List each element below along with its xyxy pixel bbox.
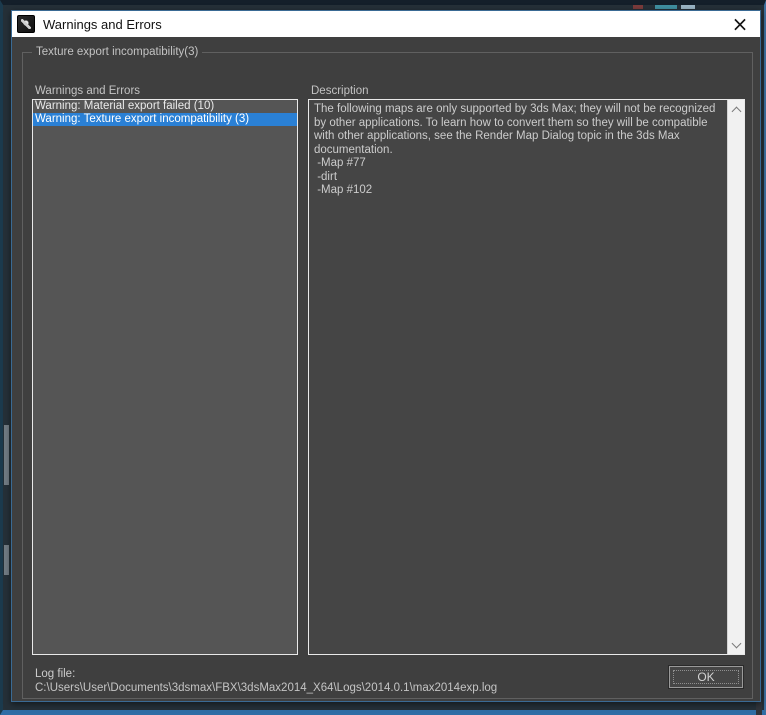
scroll-down-icon[interactable] bbox=[728, 637, 744, 654]
ok-button[interactable]: OK bbox=[669, 666, 743, 688]
background-artifact bbox=[4, 545, 9, 575]
description-box: The following maps are only supported by… bbox=[308, 99, 745, 655]
scroll-up-icon[interactable] bbox=[728, 100, 744, 117]
map-entry: -dirt bbox=[314, 170, 338, 183]
background-artifact bbox=[633, 5, 643, 9]
warnings-errors-dialog: Warnings and Errors × Texture export inc… bbox=[11, 10, 761, 702]
description-scrollbar[interactable] bbox=[727, 100, 744, 654]
texture-export-groupbox: Texture export incompatibility(3) Warnin… bbox=[22, 46, 753, 699]
ok-button-label: OK bbox=[673, 670, 739, 684]
map-entry: -Map #77 bbox=[314, 157, 366, 169]
groupbox-title: Texture export incompatibility(3) bbox=[32, 46, 203, 58]
map-entry: -Map #102 bbox=[314, 184, 373, 196]
close-icon[interactable]: × bbox=[720, 11, 760, 37]
3dsmax-app-icon bbox=[17, 15, 35, 33]
list-item-selected[interactable]: Warning: Texture export incompatibility … bbox=[33, 113, 297, 126]
dialog-title: Warnings and Errors bbox=[43, 16, 162, 32]
description-label: Description bbox=[311, 85, 369, 97]
dialog-titlebar[interactable]: Warnings and Errors × bbox=[12, 11, 760, 37]
description-text: The following maps are only supported by… bbox=[309, 100, 727, 654]
log-file-path: C:\Users\User\Documents\3dsmax\FBX\3dsMa… bbox=[35, 682, 498, 694]
background-artifact bbox=[655, 5, 677, 9]
background-artifact bbox=[4, 425, 9, 485]
warnings-listbox[interactable]: Warning: Material export failed (10) War… bbox=[32, 99, 298, 655]
list-item[interactable]: Warning: Material export failed (10) bbox=[33, 100, 297, 113]
warnings-list-label: Warnings and Errors bbox=[35, 85, 141, 97]
desktop-background: Warnings and Errors × Texture export inc… bbox=[0, 0, 766, 715]
background-artifact bbox=[681, 5, 695, 9]
description-paragraph: The following maps are only supported by… bbox=[314, 103, 719, 156]
log-file-label: Log file: bbox=[35, 668, 76, 680]
